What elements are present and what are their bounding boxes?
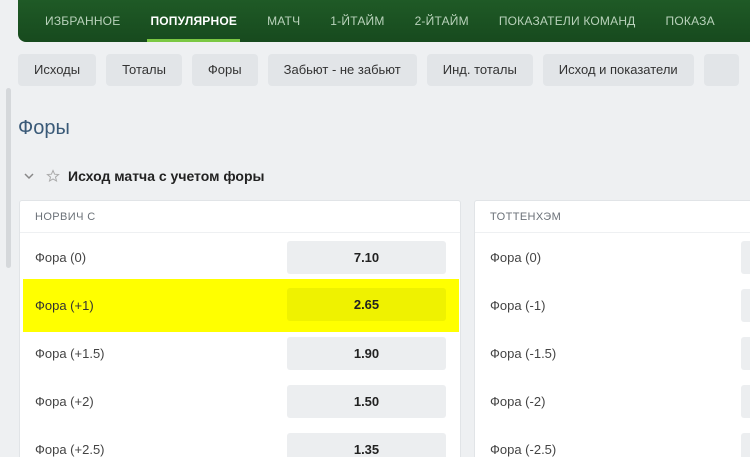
handicap-label: Фора (+1.5) xyxy=(35,346,105,361)
handicap-row: Фора (+2.5) 1.35 xyxy=(20,426,460,457)
odds-button[interactable]: 1.50 xyxy=(287,385,446,418)
market-filter-bar: Исходы Тоталы Форы Забьют - не забьют Ин… xyxy=(18,54,749,86)
handicap-label: Фора (-2) xyxy=(490,394,546,409)
handicap-row: Фора (+2) 1.50 xyxy=(20,378,460,426)
odds-button[interactable]: 1.35 xyxy=(287,433,446,457)
odds-button[interactable] xyxy=(741,289,750,322)
tab-match[interactable]: МАТЧ xyxy=(252,0,315,42)
market-section-header[interactable]: Исход матча с учетом форы xyxy=(22,168,264,184)
odds-button[interactable]: 7.10 xyxy=(287,241,446,274)
odds-button[interactable] xyxy=(741,337,750,370)
handicap-label: Фора (+2) xyxy=(35,394,94,409)
handicap-row: Фора (-1.5) xyxy=(475,330,750,378)
handicap-row-highlighted: Фора (+1) 2.65 xyxy=(23,279,459,332)
tab-favorites[interactable]: ИЗБРАННОЕ xyxy=(30,0,135,42)
filter-individual-totals[interactable]: Инд. тоталы xyxy=(426,54,533,86)
odds-button[interactable] xyxy=(741,433,750,457)
odds-button[interactable]: 1.90 xyxy=(287,337,446,370)
handicap-label: Фора (-1.5) xyxy=(490,346,557,361)
handicap-label: Фора (0) xyxy=(35,250,87,265)
handicap-label: Фора (+2.5) xyxy=(35,442,105,457)
filter-handicaps[interactable]: Форы xyxy=(191,54,258,86)
handicap-row: Фора (+1.5) 1.90 xyxy=(20,330,460,378)
scrollbar[interactable] xyxy=(6,88,11,268)
tab-first-half[interactable]: 1-ЙТАЙМ xyxy=(315,0,399,42)
top-navigation: ИЗБРАННОЕ ПОПУЛЯРНОЕ МАТЧ 1-ЙТАЙМ 2-ЙТАЙ… xyxy=(18,0,750,42)
away-team-panel: ТОТТЕНХЭМ Фора (0) Фора (-1) Фора (-1.5)… xyxy=(474,200,750,457)
filter-more[interactable] xyxy=(703,54,740,86)
tab-popular[interactable]: ПОПУЛЯРНОЕ xyxy=(135,0,252,42)
handicap-label: Фора (-2.5) xyxy=(490,442,557,457)
tab-team-stats[interactable]: ПОКАЗАТЕЛИ КОМАНД xyxy=(484,0,651,42)
chevron-down-icon[interactable] xyxy=(22,169,36,183)
home-team-panel: НОРВИЧ С Фора (0) 7.10 Фора (+1) 2.65 Фо… xyxy=(19,200,461,457)
page-title: Форы xyxy=(18,117,70,139)
tab-second-half[interactable]: 2-ЙТАЙМ xyxy=(400,0,484,42)
filter-both-score[interactable]: Забьют - не забьют xyxy=(267,54,417,86)
handicap-row: Фора (-1) xyxy=(475,282,750,330)
handicap-row: Фора (0) 7.10 xyxy=(20,234,460,282)
section-title: Исход матча с учетом форы xyxy=(68,168,265,184)
handicap-label: Фора (-1) xyxy=(490,298,546,313)
handicap-label: Фора (+1) xyxy=(35,298,94,313)
handicap-row: Фора (-2.5) xyxy=(475,426,750,457)
odds-button[interactable]: 2.65 xyxy=(287,288,446,321)
filter-outcomes[interactable]: Исходы xyxy=(18,54,97,86)
filter-totals[interactable]: Тоталы xyxy=(106,54,182,86)
filter-outcome-and-stats[interactable]: Исход и показатели xyxy=(542,54,694,86)
team-name-away: ТОТТЕНХЭМ xyxy=(475,201,750,233)
star-icon[interactable] xyxy=(46,169,60,183)
odds-button[interactable] xyxy=(741,241,750,274)
team-name-home: НОРВИЧ С xyxy=(20,201,460,233)
handicap-row: Фора (-2) xyxy=(475,378,750,426)
handicap-label: Фора (0) xyxy=(490,250,542,265)
odds-button[interactable] xyxy=(741,385,750,418)
handicap-row: Фора (0) xyxy=(475,234,750,282)
tab-stats-cut[interactable]: ПОКАЗА xyxy=(651,0,730,42)
